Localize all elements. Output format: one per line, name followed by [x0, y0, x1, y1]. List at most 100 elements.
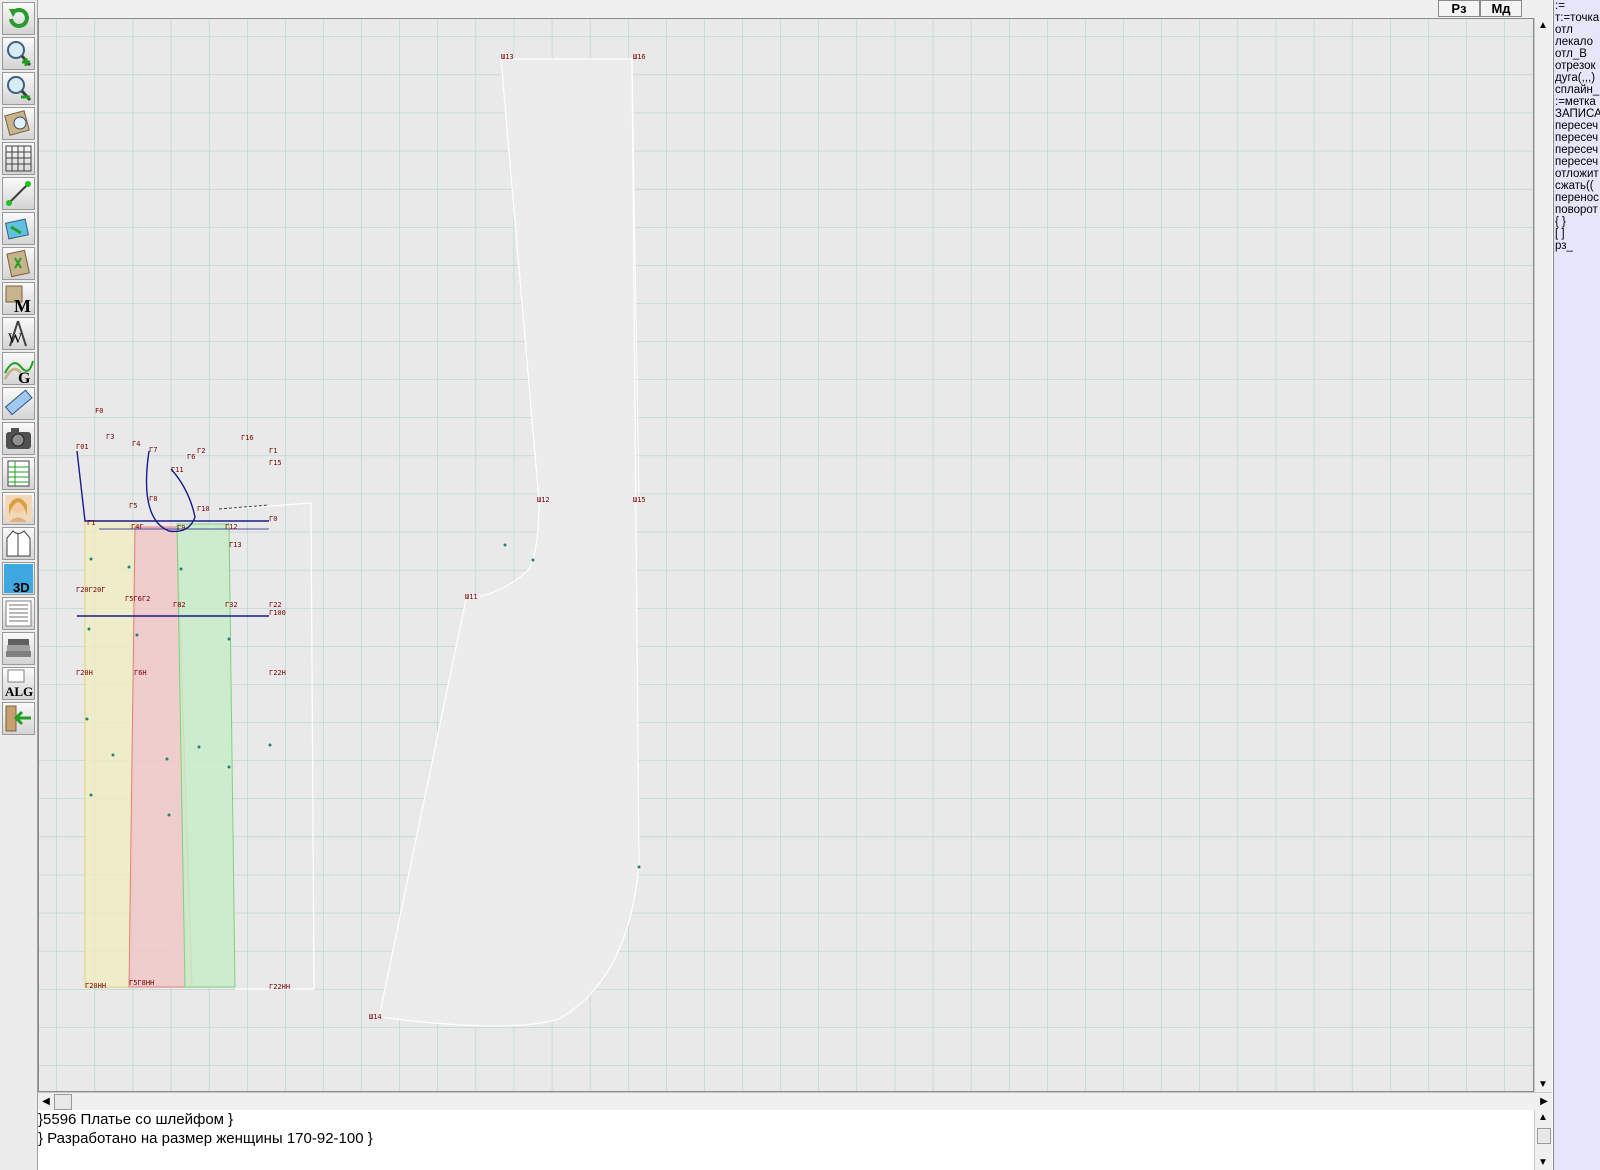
pan-button[interactable]	[2, 107, 35, 140]
3d-button[interactable]: 3D	[2, 562, 35, 595]
command-item[interactable]: { }	[1554, 216, 1600, 228]
command-item[interactable]: [ ]	[1554, 228, 1600, 240]
command-item[interactable]: лекало	[1554, 36, 1600, 48]
console-scroll-thumb[interactable]	[1537, 1128, 1551, 1144]
pan-icon	[4, 110, 30, 136]
measure-m-button[interactable]: M	[2, 282, 35, 315]
md-button[interactable]: Мд	[1480, 0, 1522, 17]
top-bar: Рз Мд	[38, 0, 1552, 18]
svg-text:Г22Н: Г22Н	[269, 669, 286, 677]
svg-text:Г10: Г10	[197, 505, 210, 513]
compass-w-button[interactable]: W	[2, 317, 35, 350]
svg-text:Г3: Г3	[106, 433, 114, 441]
zoom-out-button[interactable]	[2, 72, 35, 105]
svg-text:Г5: Г5	[129, 502, 137, 510]
drawing-canvas[interactable]: Ш13 Ш16 Ш12 Ш15 Ш11 Ш14 F0 Г3 Г4 Г7 Г2 Г…	[38, 18, 1534, 1092]
scroll-up-arrow-icon[interactable]: ▲	[1535, 20, 1551, 31]
command-item[interactable]: пересеч	[1554, 156, 1600, 168]
command-item[interactable]: отл	[1554, 24, 1600, 36]
document-icon	[5, 600, 32, 627]
svg-text:Г9: Г9	[177, 524, 185, 532]
zoom-in-button[interactable]	[2, 37, 35, 70]
scroll-right-arrow-icon[interactable]: ▶	[1536, 1096, 1552, 1107]
svg-text:Г82: Г82	[173, 601, 186, 609]
svg-text:W: W	[8, 331, 23, 347]
command-item[interactable]: отложит	[1554, 168, 1600, 180]
command-item[interactable]: пересеч	[1554, 120, 1600, 132]
command-item[interactable]: :=метка	[1554, 96, 1600, 108]
command-item[interactable]: рз_	[1554, 240, 1600, 252]
pattern-button[interactable]	[2, 247, 35, 280]
command-item[interactable]: поворот	[1554, 204, 1600, 216]
command-item[interactable]: перенос	[1554, 192, 1600, 204]
layer-button[interactable]	[2, 212, 35, 245]
svg-text:Г16: Г16	[241, 434, 254, 442]
svg-text:Г7: Г7	[149, 446, 157, 454]
document-button[interactable]	[2, 597, 35, 630]
svg-text:3D: 3D	[13, 580, 30, 594]
scroll-left-arrow-icon[interactable]: ◀	[38, 1096, 54, 1107]
compass-w-icon: W	[8, 320, 27, 347]
console-scroll-up-icon[interactable]: ▲	[1535, 1112, 1551, 1123]
refresh-button[interactable]	[2, 2, 35, 35]
command-item[interactable]: ЗАПИСА	[1554, 108, 1600, 120]
vertical-scrollbar[interactable]: ▲ ▼	[1534, 18, 1552, 1092]
svg-text:Г11: Г11	[171, 466, 184, 474]
alg-icon: ALG	[5, 669, 33, 699]
command-item[interactable]: пересеч	[1554, 132, 1600, 144]
command-item[interactable]: дуга(,,,)	[1554, 72, 1600, 84]
garment-button[interactable]	[2, 527, 35, 560]
console-scrollbar[interactable]: ▲ ▼	[1534, 1110, 1552, 1170]
svg-text:Г2: Г2	[197, 447, 205, 455]
grid-icon	[5, 145, 32, 172]
books-button[interactable]	[2, 632, 35, 665]
zoom-in-icon	[7, 41, 32, 66]
svg-text:Г01: Г01	[76, 443, 89, 451]
svg-text:Г20Г20Г: Г20Г20Г	[76, 586, 106, 594]
camera-icon	[6, 428, 31, 449]
command-item[interactable]: пересеч	[1554, 144, 1600, 156]
camera-button[interactable]	[2, 422, 35, 455]
svg-text:Г22: Г22	[269, 601, 282, 609]
svg-text:Ш14: Ш14	[369, 1013, 382, 1021]
command-item[interactable]: сжать((	[1554, 180, 1600, 192]
script-console[interactable]: }5596 Платье со шлейфом } } Разработано …	[38, 1110, 1534, 1170]
zoom-out-icon	[7, 76, 32, 101]
graph-g-button[interactable]: G	[2, 352, 35, 385]
ruler-button[interactable]	[2, 387, 35, 420]
command-item[interactable]: т:=точка	[1554, 12, 1600, 24]
svg-text:Ш11: Ш11	[465, 593, 478, 601]
line-icon	[6, 181, 31, 206]
svg-text:Г1: Г1	[87, 519, 95, 527]
rz-button[interactable]: Рз	[1438, 0, 1480, 17]
console-scroll-down-icon[interactable]: ▼	[1535, 1157, 1551, 1168]
command-panel[interactable]: := т:=точка отл лекало отл_В отрезок дуг…	[1553, 0, 1600, 1170]
command-item[interactable]: отл_В	[1554, 48, 1600, 60]
command-item[interactable]: :=	[1554, 0, 1600, 12]
command-item[interactable]: отрезок	[1554, 60, 1600, 72]
svg-text:Г4Г: Г4Г	[131, 523, 144, 531]
pattern-drawing[interactable]: Ш13 Ш16 Ш12 Ш15 Ш11 Ш14 F0 Г3 Г4 Г7 Г2 Г…	[39, 19, 1534, 1092]
svg-text:Г0: Г0	[269, 515, 277, 523]
svg-text:Г15: Г15	[269, 459, 282, 467]
line-button[interactable]	[2, 177, 35, 210]
table-button[interactable]	[2, 457, 35, 490]
svg-text:Г5Г8НН: Г5Г8НН	[129, 979, 154, 987]
exit-button[interactable]	[2, 702, 35, 735]
horizontal-scrollbar[interactable]: ◀ ▶	[38, 1092, 1552, 1110]
books-icon	[6, 639, 31, 657]
grid-button[interactable]	[2, 142, 35, 175]
table-icon	[7, 460, 30, 487]
scroll-down-arrow-icon[interactable]: ▼	[1535, 1079, 1551, 1090]
alg-button[interactable]: ALG	[2, 667, 35, 700]
grid-lines	[39, 19, 1533, 1091]
scroll-thumb[interactable]	[54, 1094, 72, 1110]
avatar-button[interactable]	[2, 492, 35, 525]
svg-text:G: G	[18, 370, 31, 384]
svg-text:Г1: Г1	[269, 447, 277, 455]
command-item[interactable]: сплайн_	[1554, 84, 1600, 96]
3d-icon: 3D	[4, 564, 33, 594]
svg-text:Г32: Г32	[225, 601, 238, 609]
svg-text:Г6: Г6	[187, 453, 195, 461]
svg-text:Г6Н: Г6Н	[134, 669, 147, 677]
